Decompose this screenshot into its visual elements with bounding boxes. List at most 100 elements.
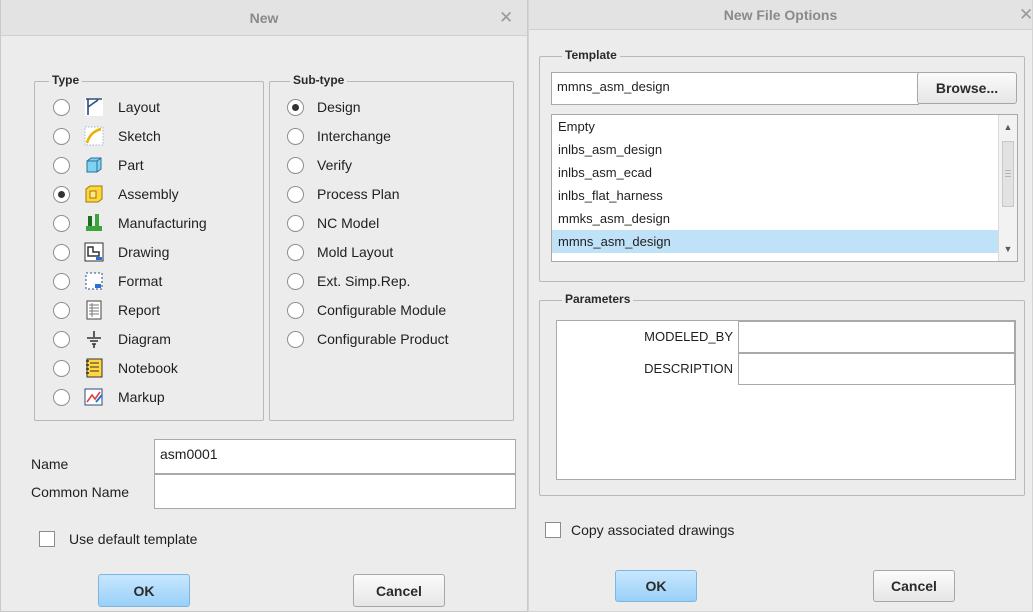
scroll-thumb[interactable] xyxy=(1002,141,1014,207)
manufacturing-icon xyxy=(84,213,104,233)
subtype-radio[interactable] xyxy=(287,98,304,116)
subtype-radio[interactable] xyxy=(287,156,304,174)
type-option-label: Assembly xyxy=(118,186,179,202)
template-group-label: Template xyxy=(562,48,620,62)
template-list-item[interactable]: mmns_asm_design xyxy=(552,230,998,253)
type-option[interactable]: Layout xyxy=(53,93,160,121)
options-dialog-title: New File Options xyxy=(723,7,838,23)
cancel-button-label: Cancel xyxy=(891,578,937,594)
diagram-icon xyxy=(84,329,104,349)
type-radio[interactable] xyxy=(53,243,70,261)
type-radio[interactable] xyxy=(53,301,70,319)
template-list-item[interactable]: inlbs_asm_ecad xyxy=(552,161,998,184)
type-option[interactable]: Report xyxy=(53,296,160,324)
template-list-item[interactable]: mmks_asm_design xyxy=(552,207,998,230)
subtype-option[interactable]: Verify xyxy=(287,151,352,179)
type-option-label: Notebook xyxy=(118,360,178,376)
sketch-icon xyxy=(84,126,104,146)
cancel-button-label: Cancel xyxy=(376,582,422,599)
type-option[interactable]: Notebook xyxy=(53,354,178,382)
type-option-label: Report xyxy=(118,302,161,318)
type-radio[interactable] xyxy=(53,388,70,406)
ok-button[interactable]: OK xyxy=(615,570,697,602)
subtype-option[interactable]: Configurable Product xyxy=(287,325,449,353)
cancel-button[interactable]: Cancel xyxy=(873,570,955,602)
template-input[interactable]: mmns_asm_design xyxy=(551,72,919,105)
subtype-group-label: Sub-type xyxy=(290,73,348,87)
options-dialog-titlebar[interactable]: New File Options ✕ xyxy=(529,0,1033,30)
subtype-option[interactable]: Process Plan xyxy=(287,180,399,208)
subtype-radio[interactable] xyxy=(287,127,304,145)
parameter-value-input[interactable] xyxy=(738,321,1015,353)
parameter-row: MODELED_BY xyxy=(557,321,1015,353)
type-radio[interactable] xyxy=(53,359,70,377)
template-list-item[interactable]: Empty xyxy=(552,115,998,138)
scroll-down-icon[interactable]: ▼ xyxy=(999,239,1017,259)
type-option[interactable]: Assembly xyxy=(53,180,179,208)
type-radio[interactable] xyxy=(53,127,70,145)
template-list-item[interactable]: inlbs_flat_harness xyxy=(552,184,998,207)
close-icon[interactable]: ✕ xyxy=(1019,0,1033,30)
new-dialog-title: New xyxy=(249,10,279,26)
type-option-label: Diagram xyxy=(118,331,171,347)
subtype-radio[interactable] xyxy=(287,330,304,348)
template-list-scrollbar[interactable]: ▲ ▼ xyxy=(998,115,1017,261)
subtype-option[interactable]: NC Model xyxy=(287,209,379,237)
subtype-radio[interactable] xyxy=(287,301,304,319)
type-radio[interactable] xyxy=(53,156,70,174)
type-option[interactable]: Manufacturing xyxy=(53,209,207,237)
type-option[interactable]: Sketch xyxy=(53,122,161,150)
notebook-icon xyxy=(84,358,104,378)
type-radio[interactable] xyxy=(53,214,70,232)
parameter-row: DESCRIPTION xyxy=(557,353,1015,385)
copy-associated-drawings-checkbox[interactable] xyxy=(545,522,561,538)
new-dialog-titlebar[interactable]: New ✕ xyxy=(1,0,527,36)
close-icon[interactable]: ✕ xyxy=(499,0,513,36)
type-radio[interactable] xyxy=(53,272,70,290)
subtype-radio[interactable] xyxy=(287,185,304,203)
parameters-group-label: Parameters xyxy=(562,292,634,306)
parameter-value-input[interactable] xyxy=(738,353,1015,385)
subtype-group: Sub-type Design Interchange Verify Process … xyxy=(269,73,514,421)
new-file-options-dialog: New File Options ✕ Template mmns_asm_des… xyxy=(528,0,1033,612)
type-radio[interactable] xyxy=(53,330,70,348)
type-option[interactable]: Format xyxy=(53,267,162,295)
browse-button[interactable]: Browse... xyxy=(917,72,1017,104)
new-dialog: New ✕ Type Layout Sketch Part Assembly Manuf… xyxy=(0,0,528,612)
use-default-template-checkbox[interactable] xyxy=(39,531,55,547)
scroll-up-icon[interactable]: ▲ xyxy=(999,117,1017,137)
type-option[interactable]: Drawing xyxy=(53,238,169,266)
layout-icon xyxy=(84,97,104,117)
subtype-option[interactable]: Interchange xyxy=(287,122,391,150)
type-radio[interactable] xyxy=(53,185,70,203)
subtype-option[interactable]: Design xyxy=(287,93,361,121)
use-default-template-label: Use default template xyxy=(69,531,198,547)
common-name-input[interactable] xyxy=(154,474,516,509)
subtype-option-label: Configurable Product xyxy=(317,331,449,347)
drawing-icon xyxy=(84,242,104,262)
subtype-option-label: NC Model xyxy=(317,215,380,231)
subtype-option[interactable]: Mold Layout xyxy=(287,238,393,266)
ok-button[interactable]: OK xyxy=(98,574,190,607)
type-option-label: Markup xyxy=(118,389,165,405)
subtype-option[interactable]: Configurable Module xyxy=(287,296,446,324)
subtype-option-label: Configurable Module xyxy=(317,302,447,318)
type-option[interactable]: Diagram xyxy=(53,325,171,353)
subtype-radio[interactable] xyxy=(287,272,304,290)
type-radio[interactable] xyxy=(53,98,70,116)
template-list[interactable]: Empty inlbs_asm_design inlbs_asm_ecad inlbs… xyxy=(551,114,1018,262)
markup-icon xyxy=(84,387,104,407)
type-option[interactable]: Markup xyxy=(53,383,165,411)
name-input[interactable]: asm0001 xyxy=(154,439,516,474)
subtype-option-label: Ext. Simp.Rep. xyxy=(317,273,411,289)
cancel-button[interactable]: Cancel xyxy=(353,574,445,607)
type-group: Type Layout Sketch Part Assembly Manufacturi… xyxy=(34,73,264,421)
name-label: Name xyxy=(31,456,69,472)
subtype-radio[interactable] xyxy=(287,243,304,261)
subtype-radio[interactable] xyxy=(287,214,304,232)
subtype-option-label: Interchange xyxy=(317,128,391,144)
type-option[interactable]: Part xyxy=(53,151,144,179)
subtype-option[interactable]: Ext. Simp.Rep. xyxy=(287,267,410,295)
type-option-label: Layout xyxy=(118,99,161,115)
template-list-item[interactable]: inlbs_asm_design xyxy=(552,138,998,161)
